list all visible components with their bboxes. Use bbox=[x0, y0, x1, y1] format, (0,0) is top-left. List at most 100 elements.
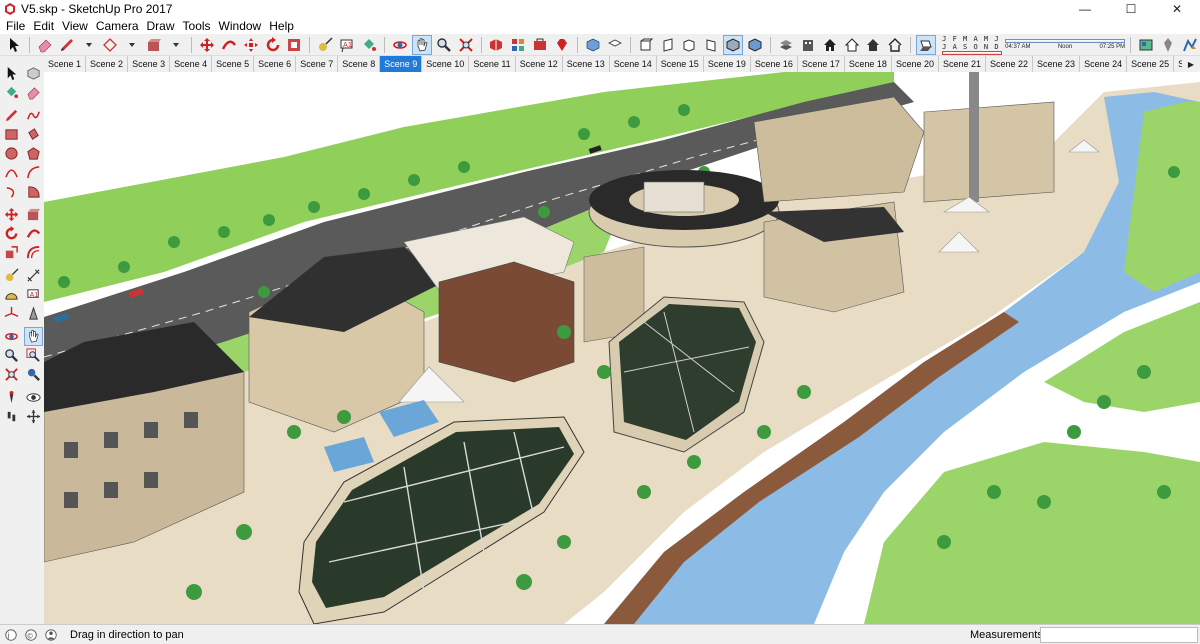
menu-view[interactable]: View bbox=[58, 18, 92, 34]
measurements-input[interactable] bbox=[1040, 627, 1198, 643]
house-line-icon[interactable] bbox=[885, 35, 905, 55]
house-icon[interactable] bbox=[820, 35, 840, 55]
scale-icon[interactable] bbox=[2, 243, 21, 262]
scene-tab[interactable]: Scene 25 bbox=[1127, 56, 1175, 72]
offset-icon[interactable] bbox=[285, 35, 305, 55]
paint-bucket-icon[interactable] bbox=[2, 83, 21, 102]
user-status-icon[interactable] bbox=[42, 626, 60, 644]
view-front-icon[interactable] bbox=[636, 35, 656, 55]
pushpull-dropdown-icon[interactable] bbox=[166, 35, 186, 55]
eraser-icon[interactable] bbox=[24, 83, 43, 102]
style-textured-icon[interactable] bbox=[745, 35, 765, 55]
3d-warehouse-icon[interactable] bbox=[487, 35, 507, 55]
scene-tab[interactable]: Scene 8 bbox=[338, 56, 381, 72]
geo-location-icon[interactable] bbox=[1158, 35, 1178, 55]
zoom-icon[interactable] bbox=[434, 35, 454, 55]
zoom-icon[interactable] bbox=[2, 346, 21, 365]
rotated-rectangle-icon[interactable] bbox=[24, 125, 43, 144]
model-viewport[interactable] bbox=[44, 72, 1200, 624]
select-tool-icon[interactable] bbox=[4, 35, 24, 55]
date-slider-track[interactable] bbox=[942, 50, 1003, 55]
zoom-extents-icon[interactable] bbox=[456, 35, 476, 55]
look-around-icon[interactable] bbox=[24, 388, 43, 407]
text-tool-icon[interactable]: A1 bbox=[24, 285, 43, 304]
line-tool-icon[interactable] bbox=[2, 106, 21, 125]
menu-window[interactable]: Window bbox=[215, 18, 266, 34]
shadow-toggle-icon[interactable] bbox=[916, 34, 937, 55]
sandbox-icon[interactable] bbox=[1180, 35, 1200, 55]
scene-tab[interactable]: Scene 22 bbox=[986, 56, 1034, 72]
warehouse-building-icon[interactable] bbox=[798, 35, 818, 55]
paint-bucket-icon[interactable] bbox=[359, 35, 379, 55]
house-dark-icon[interactable] bbox=[864, 35, 884, 55]
scale-icon[interactable] bbox=[241, 35, 261, 55]
shapes-dropdown-icon[interactable] bbox=[122, 35, 142, 55]
pencil-icon[interactable] bbox=[57, 35, 77, 55]
axes-icon[interactable] bbox=[2, 304, 21, 323]
pie-icon[interactable] bbox=[24, 182, 43, 201]
scene-tab[interactable]: Scene 23 bbox=[1033, 56, 1081, 72]
scene-tab[interactable]: Scene 13 bbox=[563, 56, 610, 72]
view-left-icon[interactable] bbox=[701, 35, 721, 55]
move-icon[interactable] bbox=[2, 205, 21, 224]
pan-icon[interactable] bbox=[23, 327, 43, 346]
scene-tab[interactable]: Scene 11 bbox=[469, 56, 516, 72]
section-plane-icon[interactable] bbox=[24, 407, 43, 426]
push-pull-icon[interactable] bbox=[144, 35, 164, 55]
move-icon[interactable] bbox=[197, 35, 217, 55]
two-point-arc-icon[interactable] bbox=[24, 163, 43, 182]
scene-tab[interactable]: Scene 5 bbox=[212, 56, 255, 72]
scene-tab[interactable]: Scene 1 bbox=[44, 56, 87, 72]
components-icon[interactable] bbox=[508, 35, 528, 55]
scene-tab[interactable]: Scene 6 bbox=[254, 56, 297, 72]
circle-icon[interactable] bbox=[2, 144, 21, 163]
menu-tools[interactable]: Tools bbox=[179, 18, 215, 34]
scene-tab[interactable]: Scene 24 bbox=[1080, 56, 1128, 72]
shapes-icon[interactable] bbox=[101, 35, 121, 55]
menu-camera[interactable]: Camera bbox=[92, 18, 143, 34]
orbit-icon[interactable] bbox=[390, 35, 410, 55]
follow-me-icon[interactable] bbox=[219, 35, 239, 55]
extension-warehouse-icon[interactable] bbox=[530, 35, 550, 55]
previous-view-icon[interactable] bbox=[24, 365, 43, 384]
rotate-icon[interactable] bbox=[2, 224, 21, 243]
scene-tab[interactable]: Scene 20 bbox=[892, 56, 939, 72]
scene-tab[interactable]: Scene 17 bbox=[798, 56, 845, 72]
tape-measure-icon[interactable] bbox=[315, 35, 335, 55]
view-top-icon[interactable] bbox=[605, 35, 625, 55]
pan-icon[interactable] bbox=[411, 34, 432, 55]
scene-tab[interactable]: Scene 7 bbox=[296, 56, 339, 72]
zoom-extents-icon[interactable] bbox=[2, 365, 21, 384]
select-tool-icon[interactable] bbox=[2, 64, 21, 83]
scene-tab[interactable]: Scene 2 bbox=[86, 56, 129, 72]
view-right-icon[interactable] bbox=[658, 35, 678, 55]
follow-me-icon[interactable] bbox=[24, 224, 43, 243]
shadow-date-slider[interactable]: J F M A M J J A S O N D bbox=[942, 35, 1003, 55]
eraser-icon[interactable] bbox=[35, 35, 55, 55]
3d-text-icon[interactable] bbox=[24, 304, 43, 323]
scene-tab[interactable]: Scene 16 bbox=[751, 56, 798, 72]
geo-location-status-icon[interactable]: i bbox=[2, 626, 20, 644]
scene-tab[interactable]: Scene 14 bbox=[610, 56, 657, 72]
zoom-window-icon[interactable] bbox=[24, 346, 43, 365]
push-pull-icon[interactable] bbox=[24, 205, 43, 224]
arc-icon[interactable] bbox=[2, 163, 21, 182]
layers-icon[interactable] bbox=[776, 35, 796, 55]
tape-measure-icon[interactable] bbox=[2, 266, 21, 285]
protractor-icon[interactable] bbox=[2, 285, 21, 304]
scene-tab[interactable]: Scene 4 bbox=[170, 56, 213, 72]
scene-tab[interactable]: Scene 3 bbox=[128, 56, 171, 72]
close-button[interactable]: ✕ bbox=[1154, 0, 1200, 18]
maximize-button[interactable]: ☐ bbox=[1108, 0, 1154, 18]
pencil-dropdown-icon[interactable] bbox=[79, 35, 99, 55]
scene-tab[interactable]: Scene 9 bbox=[380, 56, 423, 72]
scene-tab[interactable]: Scene 10 bbox=[422, 56, 470, 72]
menu-edit[interactable]: Edit bbox=[29, 18, 58, 34]
ruby-console-icon[interactable] bbox=[552, 35, 572, 55]
menu-file[interactable]: File bbox=[2, 18, 29, 34]
scene-tabs-scroll-right-icon[interactable]: ▶ bbox=[1182, 56, 1200, 72]
position-camera-icon[interactable] bbox=[2, 388, 21, 407]
menu-help[interactable]: Help bbox=[265, 18, 298, 34]
style-shaded-icon[interactable] bbox=[723, 34, 744, 55]
photo-match-icon[interactable] bbox=[1136, 35, 1156, 55]
